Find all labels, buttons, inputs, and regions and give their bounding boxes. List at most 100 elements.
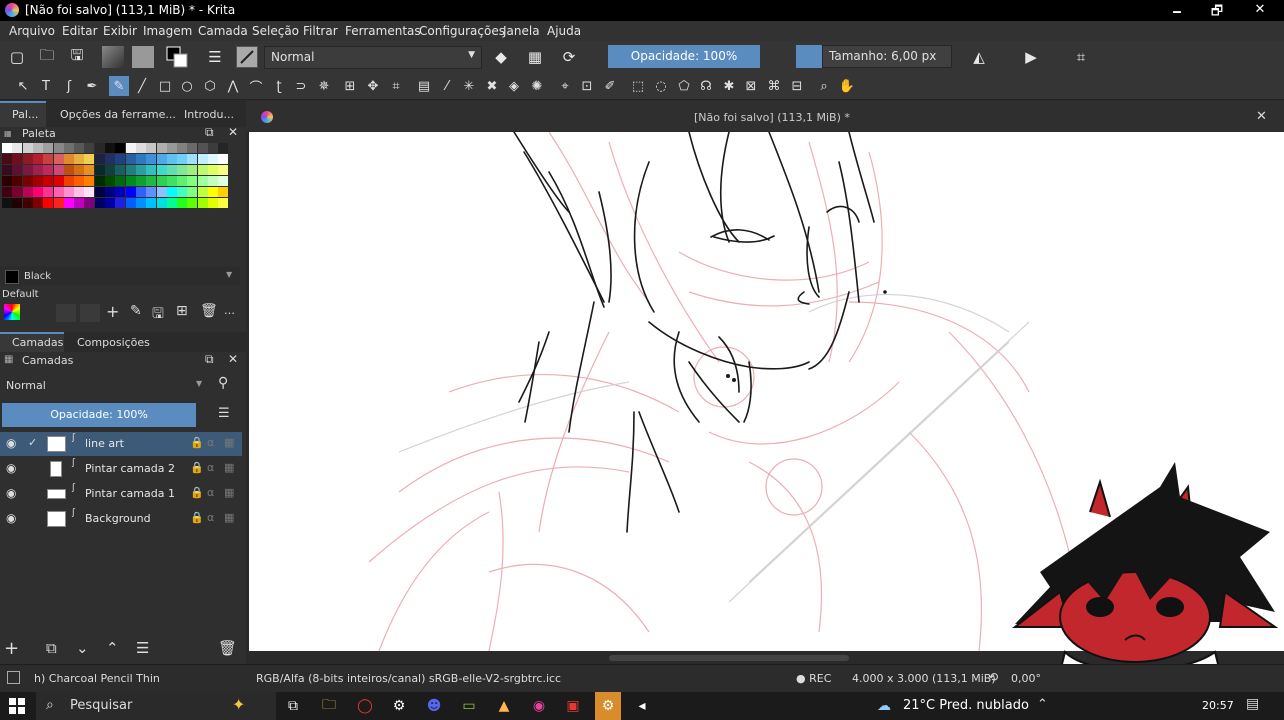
palette-swatch[interactable] [125,154,136,164]
menu-janela[interactable]: Janela [503,24,540,38]
palette-swatch[interactable] [63,176,74,186]
edit-palette-icon[interactable]: ✎ [130,303,142,319]
gradient-tool-icon[interactable]: ▤ [415,77,433,95]
palette-swatch[interactable] [115,165,126,175]
palette-swatch[interactable] [84,143,95,153]
mirror-horizontal-icon[interactable]: ◭ [968,46,990,68]
palette-swatch[interactable] [22,143,33,153]
palette-swatch[interactable] [146,198,157,208]
palette-swatch[interactable] [166,176,177,186]
palette-swatch[interactable] [12,154,23,164]
palette-swatch[interactable] [105,165,115,175]
taskbar-search-box[interactable]: ⌕ Pesquisar ✦ [36,692,276,720]
menu-arquivo[interactable]: Arquivo [9,24,55,38]
move-layer-up-icon[interactable]: ⌃ [106,639,119,657]
palette-swatch[interactable] [135,198,146,208]
menu-exibir[interactable]: Exibir [103,24,137,38]
palette-swatch[interactable] [84,176,95,186]
palette-swatch[interactable] [63,198,74,208]
lock-icon[interactable]: 🔒 [190,486,204,499]
palette-swatch[interactable] [53,176,64,186]
palette-swatch[interactable] [177,165,188,175]
alpha-lock-icon[interactable]: ▦ [524,46,546,68]
palette-swatch[interactable] [166,143,177,153]
lock-icon[interactable]: 🔒 [190,461,204,474]
palette-swatch[interactable] [53,187,64,197]
palette-swatch[interactable] [105,143,115,153]
menu-filtrar[interactable]: Filtrar [303,24,338,38]
palette-swatch[interactable] [218,154,229,164]
palette-swatch[interactable] [177,154,188,164]
measure-tool-icon[interactable]: ⌖ [556,77,574,95]
palette-swatch[interactable] [53,143,64,153]
similar-select-icon[interactable]: ⊠ [742,77,760,95]
line-tool-icon[interactable]: ╱ [133,77,151,95]
selected-color-row[interactable]: Black ▼ [0,266,240,286]
palette-swatch[interactable] [115,198,126,208]
palette-swatch[interactable] [22,165,33,175]
close-window-button[interactable]: ✕ [1245,2,1275,17]
palette-swatch[interactable] [12,176,23,186]
palette-swatch[interactable] [156,165,167,175]
palette-swatch[interactable] [218,176,229,186]
tab-layers[interactable]: Camadas [12,336,63,349]
inherit-alpha-icon[interactable]: ▦ [224,486,234,499]
app-red-icon[interactable]: ▣ [563,696,583,716]
menu-imagem[interactable]: Imagem [143,24,192,38]
new-document-icon[interactable]: ▢ [6,46,28,68]
alpha-icon[interactable]: α [207,486,214,499]
palette-swatch[interactable] [115,154,126,164]
layer-properties-icon[interactable]: ☰ [136,639,149,657]
palette-swatch[interactable] [135,187,146,197]
text-tool-icon[interactable]: T [37,77,55,95]
close-layers-icon[interactable]: ✕ [228,352,238,366]
calligraphy-icon[interactable]: ✒ [83,77,101,95]
palette-swatch[interactable] [187,143,198,153]
weather-icon[interactable]: ☁ [874,696,894,716]
palette-swatch[interactable] [74,154,85,164]
layer-menu-icon[interactable]: ☰ [218,406,230,421]
palette-swatch[interactable] [32,198,43,208]
tab-tool-options[interactable]: Opções da ferrame... [60,108,176,121]
menu-selecao[interactable]: Seleção [252,24,299,38]
palette-swatch[interactable] [166,187,177,197]
more-icon[interactable]: … [224,304,235,317]
crop-tool-icon[interactable]: ⌗ [387,77,405,95]
smart-patch-icon[interactable]: ✳ [460,77,478,95]
dynamic-brush-icon[interactable]: ⊃ [292,77,310,95]
palette-swatch[interactable] [135,165,146,175]
colorize-mask-icon[interactable]: ✺ [528,77,546,95]
palette-swatch[interactable] [208,198,218,208]
layer-name[interactable]: line art [85,437,124,450]
ellipse-select-icon[interactable]: ◌ [652,77,670,95]
palette-swatch[interactable] [156,187,167,197]
palette-swatch[interactable] [177,198,188,208]
palette-swatch[interactable] [94,198,105,208]
palette-blank-button[interactable] [56,304,76,322]
palette-swatch[interactable] [187,187,198,197]
palette-swatch[interactable] [115,187,126,197]
palette-swatch[interactable] [166,198,177,208]
file-explorer-icon[interactable]: 🗀 [319,696,339,716]
palette-swatch[interactable] [94,165,105,175]
menu-ajuda[interactable]: Ajuda [547,24,581,38]
palette-swatch[interactable] [22,154,33,164]
tab-palette[interactable]: Pal... [12,108,38,121]
alpha-icon[interactable]: α [207,511,214,524]
palette-swatch[interactable] [208,143,218,153]
palette-swatch[interactable] [43,176,54,186]
palette-swatch[interactable] [74,187,85,197]
palette-swatch[interactable] [146,176,157,186]
discord-icon[interactable]: ☻ [424,696,444,716]
palette-swatch[interactable] [208,154,218,164]
palette-swatch[interactable] [115,143,126,153]
duplicate-layer-icon[interactable]: ⧉ [46,639,57,657]
palette-swatch[interactable] [12,198,23,208]
tab-compositions[interactable]: Composições [77,336,150,349]
palette-swatch[interactable] [177,187,188,197]
rect-select-icon[interactable]: ⬚ [629,77,647,95]
lock-icon[interactable]: 🔒 [190,511,204,524]
palette-swatch[interactable] [187,176,198,186]
palette-swatch[interactable] [197,154,208,164]
palette-swatch[interactable] [22,198,33,208]
